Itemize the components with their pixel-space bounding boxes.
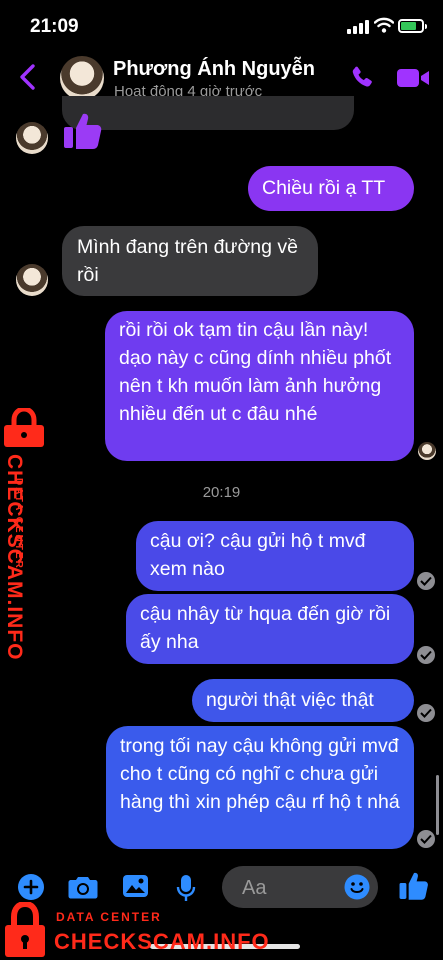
read-receipt-avatar [418, 442, 436, 460]
message-timestamp: 20:19 [202, 484, 241, 501]
status-time: 21:09 [30, 16, 79, 37]
message-outgoing[interactable]: rồi rồi ok tạm tin cậu lần này! dạo này … [105, 311, 414, 461]
watermark-title: DATA CENTER [56, 910, 162, 924]
contact-avatar-small [16, 122, 48, 154]
lock-icon [5, 902, 45, 957]
message-outgoing[interactable]: trong tối nay cậu không gửi mvđ cho t cũ… [106, 726, 414, 849]
message-incoming[interactable]: Mình đang trên đường về rồi [62, 226, 318, 296]
status-bar: 21:09 [0, 0, 443, 52]
delivered-check-icon [417, 572, 435, 590]
delivered-check-icon [417, 646, 435, 664]
message-outgoing[interactable]: cậu nhây từ hqua đến giờ rồi ấy nha [126, 594, 414, 664]
contact-avatar-small [16, 264, 48, 296]
message-outgoing[interactable]: người thật việc thật [192, 679, 414, 722]
like-button-thumbs-up-icon[interactable] [398, 870, 430, 902]
watermark-brand: CHECKSCAM.INFO [3, 454, 26, 661]
contact-avatar[interactable] [60, 56, 104, 100]
message-outgoing[interactable]: Chiều rồi ạ TT [248, 166, 414, 211]
camera-icon[interactable] [68, 874, 98, 900]
emoji-icon[interactable] [344, 874, 370, 900]
photo-gallery-icon[interactable] [122, 874, 149, 898]
message-outgoing[interactable]: cậu ơi? cậu gửi hộ t mvđ xem nào [136, 521, 414, 591]
contact-name[interactable]: Phương Ánh Nguyễn [113, 58, 315, 81]
back-arrow-icon[interactable] [16, 62, 40, 92]
video-call-icon[interactable] [396, 65, 430, 91]
wifi-icon [374, 17, 394, 33]
cellular-signal-icon [347, 20, 369, 34]
scrollbar[interactable] [436, 775, 439, 835]
watermark-bottom: DATA CENTER CHECKSCAM.INFO [4, 900, 304, 960]
delivered-check-icon [417, 830, 435, 848]
previous-message-bubble [62, 96, 354, 130]
battery-icon [398, 19, 427, 33]
phone-call-icon[interactable] [348, 64, 376, 92]
delivered-check-icon [417, 704, 435, 722]
plus-icon[interactable] [18, 874, 44, 900]
thumbs-up-icon [64, 113, 102, 149]
watermark-brand: CHECKSCAM.INFO [54, 929, 270, 954]
lock-icon [4, 408, 44, 447]
watermark-side: DATA CENTER CHECKSCAM.INFO [2, 408, 48, 661]
microphone-icon[interactable] [176, 874, 196, 902]
